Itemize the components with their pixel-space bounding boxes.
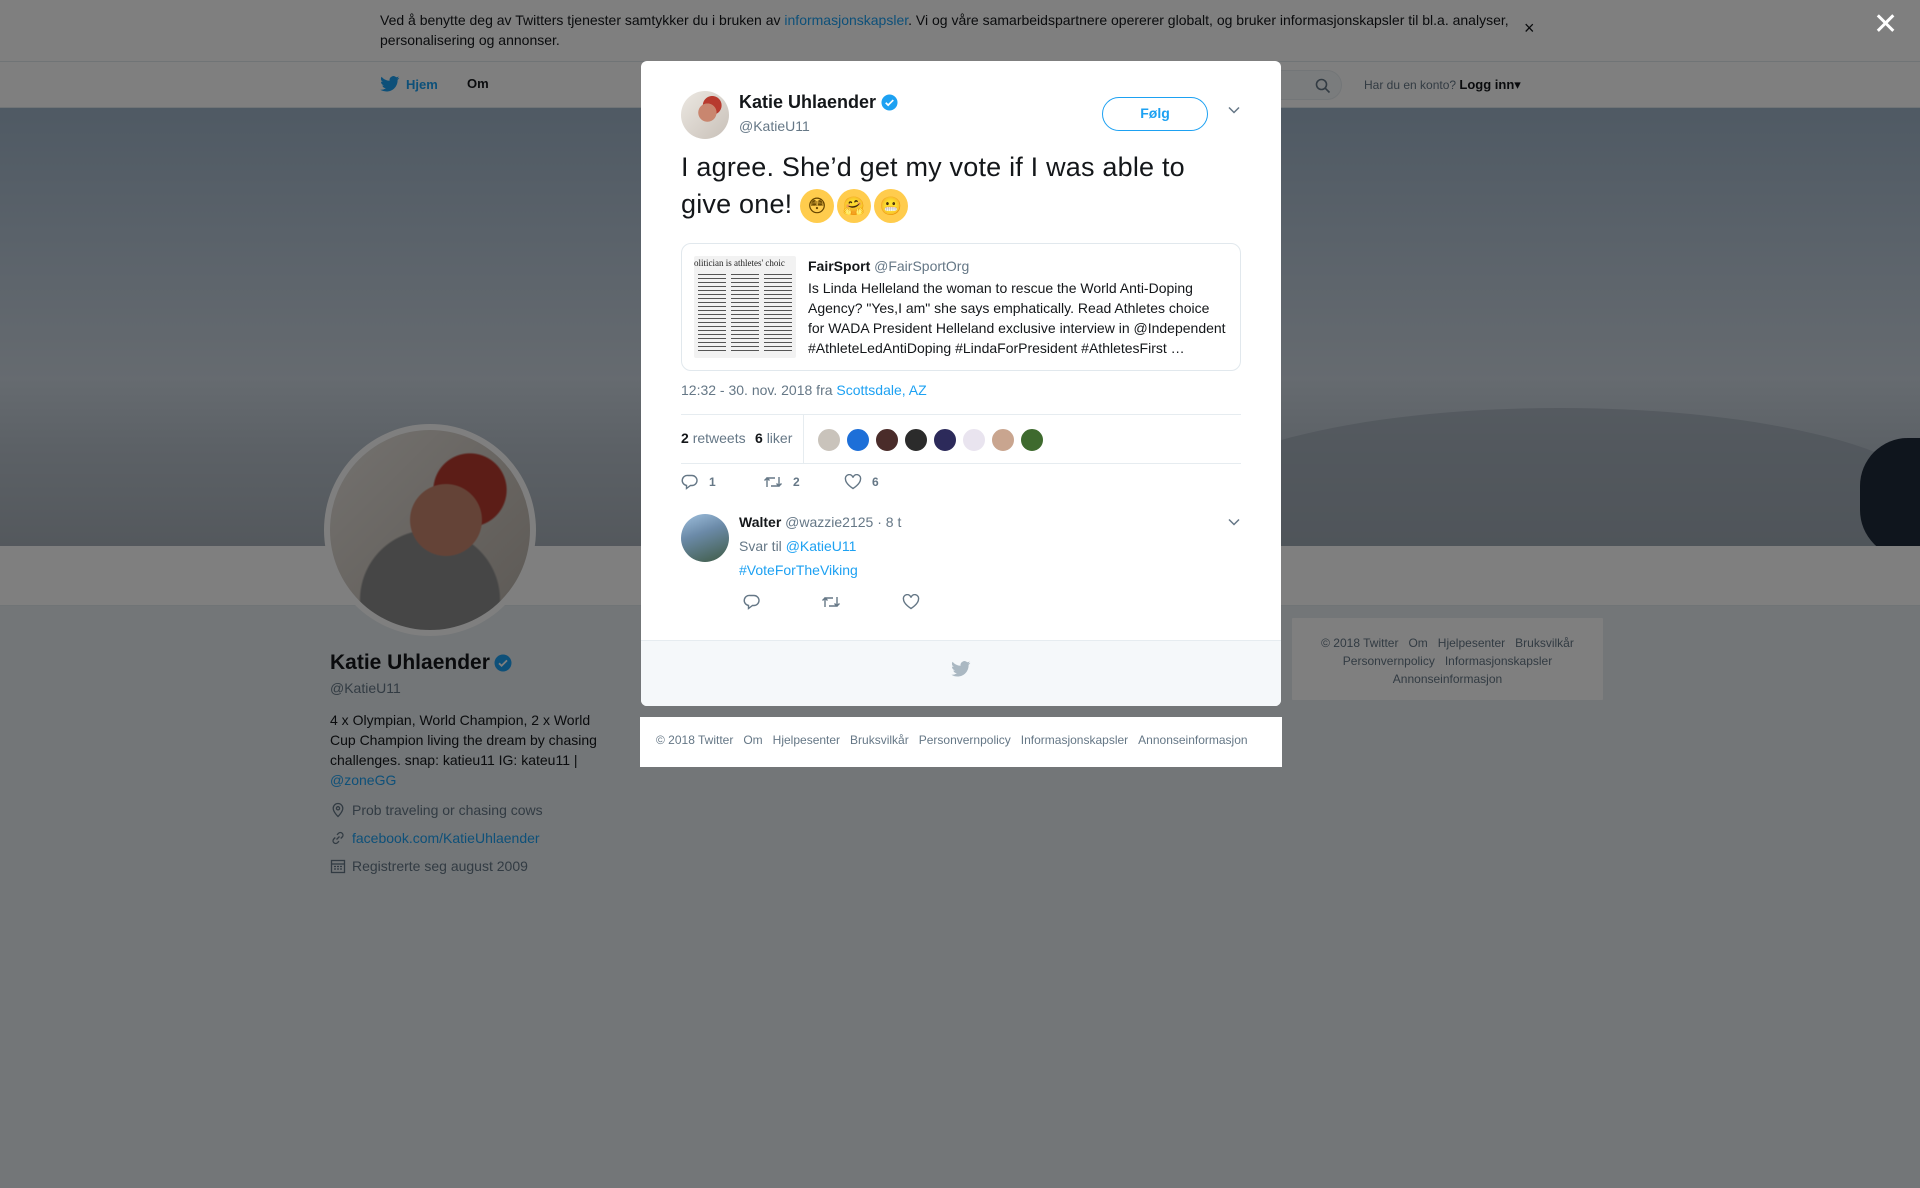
tweet-text: I agree. She’d get my vote if I was able…: [681, 149, 1241, 223]
newspaper-headline: olitician is athletes' choic: [694, 258, 785, 268]
emoji-glyph: 🤗: [842, 195, 866, 216]
liker-avatar[interactable]: [846, 428, 870, 452]
footer-copyright: © 2018 Twitter: [656, 733, 734, 747]
like-label: liker: [766, 430, 793, 446]
tweet-stats: 2 retweets 6 liker: [681, 414, 1241, 464]
newspaper-column: [698, 274, 726, 354]
modal-footer: [641, 640, 1281, 706]
author-avatar[interactable]: [681, 91, 729, 139]
heart-icon: [844, 474, 862, 490]
reply-time: · 8 t: [877, 514, 902, 530]
chevron-down-icon[interactable]: [1227, 517, 1241, 527]
like-action[interactable]: 6: [844, 474, 879, 490]
author-name[interactable]: Katie Uhlaender: [739, 92, 898, 113]
footer-link-terms[interactable]: Bruksvilkår: [850, 733, 909, 747]
footer-link-cookies[interactable]: Informasjonskapsler: [1021, 733, 1128, 747]
follow-button[interactable]: Følg: [1102, 97, 1208, 131]
retweet-icon[interactable]: [821, 594, 841, 610]
emoji-glyph: 😳: [807, 195, 827, 216]
like-action-count: 6: [872, 475, 879, 489]
emoji-glyph: 😬: [879, 195, 903, 216]
liker-avatar[interactable]: [991, 428, 1015, 452]
reply-to-link[interactable]: @KatieU11: [786, 538, 857, 554]
retweet-icon: [764, 477, 782, 487]
modal-bottom-footer: © 2018 Twitter Om Hjelpesenter Bruksvilkår P…: [640, 717, 1282, 767]
quoted-author-handle: @FairSportOrg: [874, 258, 970, 274]
newspaper-column: [731, 274, 759, 354]
footer-link-about[interactable]: Om: [743, 733, 762, 747]
reply-text: #VoteForTheViking: [739, 562, 858, 578]
reply-icon[interactable]: [743, 594, 761, 610]
quoted-author-name: FairSport: [808, 258, 871, 274]
liker-avatar[interactable]: [875, 428, 899, 452]
author-handle[interactable]: @KatieU11: [739, 118, 810, 134]
grimacing-face-emoji: 😬: [874, 188, 909, 223]
footer-link-ads[interactable]: Annonseinformasjon: [1138, 733, 1247, 747]
reply-action[interactable]: 1: [681, 474, 716, 490]
flushed-face-emoji: 😳: [800, 188, 835, 223]
reply-to-label: Svar til: [739, 538, 782, 554]
stats-divider: [803, 415, 804, 463]
reply-context: Svar til @KatieU11: [739, 538, 856, 554]
tweet-location-link[interactable]: Scottsdale, AZ: [836, 382, 926, 398]
hugging-face-emoji: 🤗: [837, 188, 872, 223]
tweet-modal: Katie Uhlaender @KatieU11 Følg I agree. …: [641, 61, 1281, 706]
tweet-text-body: I agree. She’d get my vote if I was able…: [681, 152, 1185, 219]
retweet-action[interactable]: 2: [763, 474, 800, 490]
liker-avatar[interactable]: [1020, 428, 1044, 452]
quoted-author: FairSport @FairSportOrg: [808, 258, 969, 274]
retweet-label: retweets: [692, 430, 746, 446]
author-name-text: Katie Uhlaender: [739, 92, 877, 112]
liker-avatar[interactable]: [962, 428, 986, 452]
reply-tweet[interactable]: Walter @wazzie2125 · 8 t Svar til @Katie…: [641, 514, 1281, 639]
like-stat[interactable]: 6 liker: [755, 430, 792, 446]
heart-icon[interactable]: [902, 594, 920, 610]
reply-author-avatar[interactable]: [681, 514, 729, 562]
quoted-tweet[interactable]: olitician is athletes' choic FairSport @…: [681, 243, 1241, 371]
quoted-tweet-text: Is Linda Helleland the woman to rescue t…: [808, 280, 1226, 356]
tweet-actions: 1 2 6: [681, 474, 1241, 504]
liker-avatar[interactable]: [933, 428, 957, 452]
reply-count: 1: [709, 475, 716, 489]
close-icon[interactable]: ✕: [1873, 10, 1898, 40]
footer-link-help[interactable]: Hjelpesenter: [773, 733, 840, 747]
reply-author-name[interactable]: Walter: [739, 514, 781, 530]
liker-avatar[interactable]: [904, 428, 928, 452]
tweet-timestamp-text: 12:32 - 30. nov. 2018 fra: [681, 382, 833, 398]
quoted-tweet-image: olitician is athletes' choic: [694, 256, 796, 358]
retweet-stat[interactable]: 2 retweets: [681, 430, 746, 446]
tweet-timestamp: 12:32 - 30. nov. 2018 fra Scottsdale, AZ: [681, 382, 927, 398]
reply-author-handle[interactable]: @wazzie2125: [785, 514, 873, 530]
modal-backdrop[interactable]: ✕ Katie Uhlaender @KatieU11 Følg I agree…: [0, 0, 1920, 1188]
reply-author: Walter @wazzie2125 · 8 t: [739, 514, 901, 530]
verified-badge-icon: [881, 94, 898, 111]
reply-icon: [681, 474, 698, 490]
liker-avatar[interactable]: [817, 428, 841, 452]
reply-actions: [739, 594, 1039, 614]
retweet-count: 2: [681, 430, 689, 446]
like-count: 6: [755, 430, 763, 446]
newspaper-column: [764, 274, 792, 354]
chevron-down-icon[interactable]: [1227, 105, 1241, 115]
twitter-bird-icon: [951, 661, 971, 677]
hashtag-link[interactable]: #VoteForTheViking: [739, 562, 858, 578]
footer-link-privacy[interactable]: Personvernpolicy: [919, 733, 1011, 747]
retweet-action-count: 2: [793, 475, 800, 489]
